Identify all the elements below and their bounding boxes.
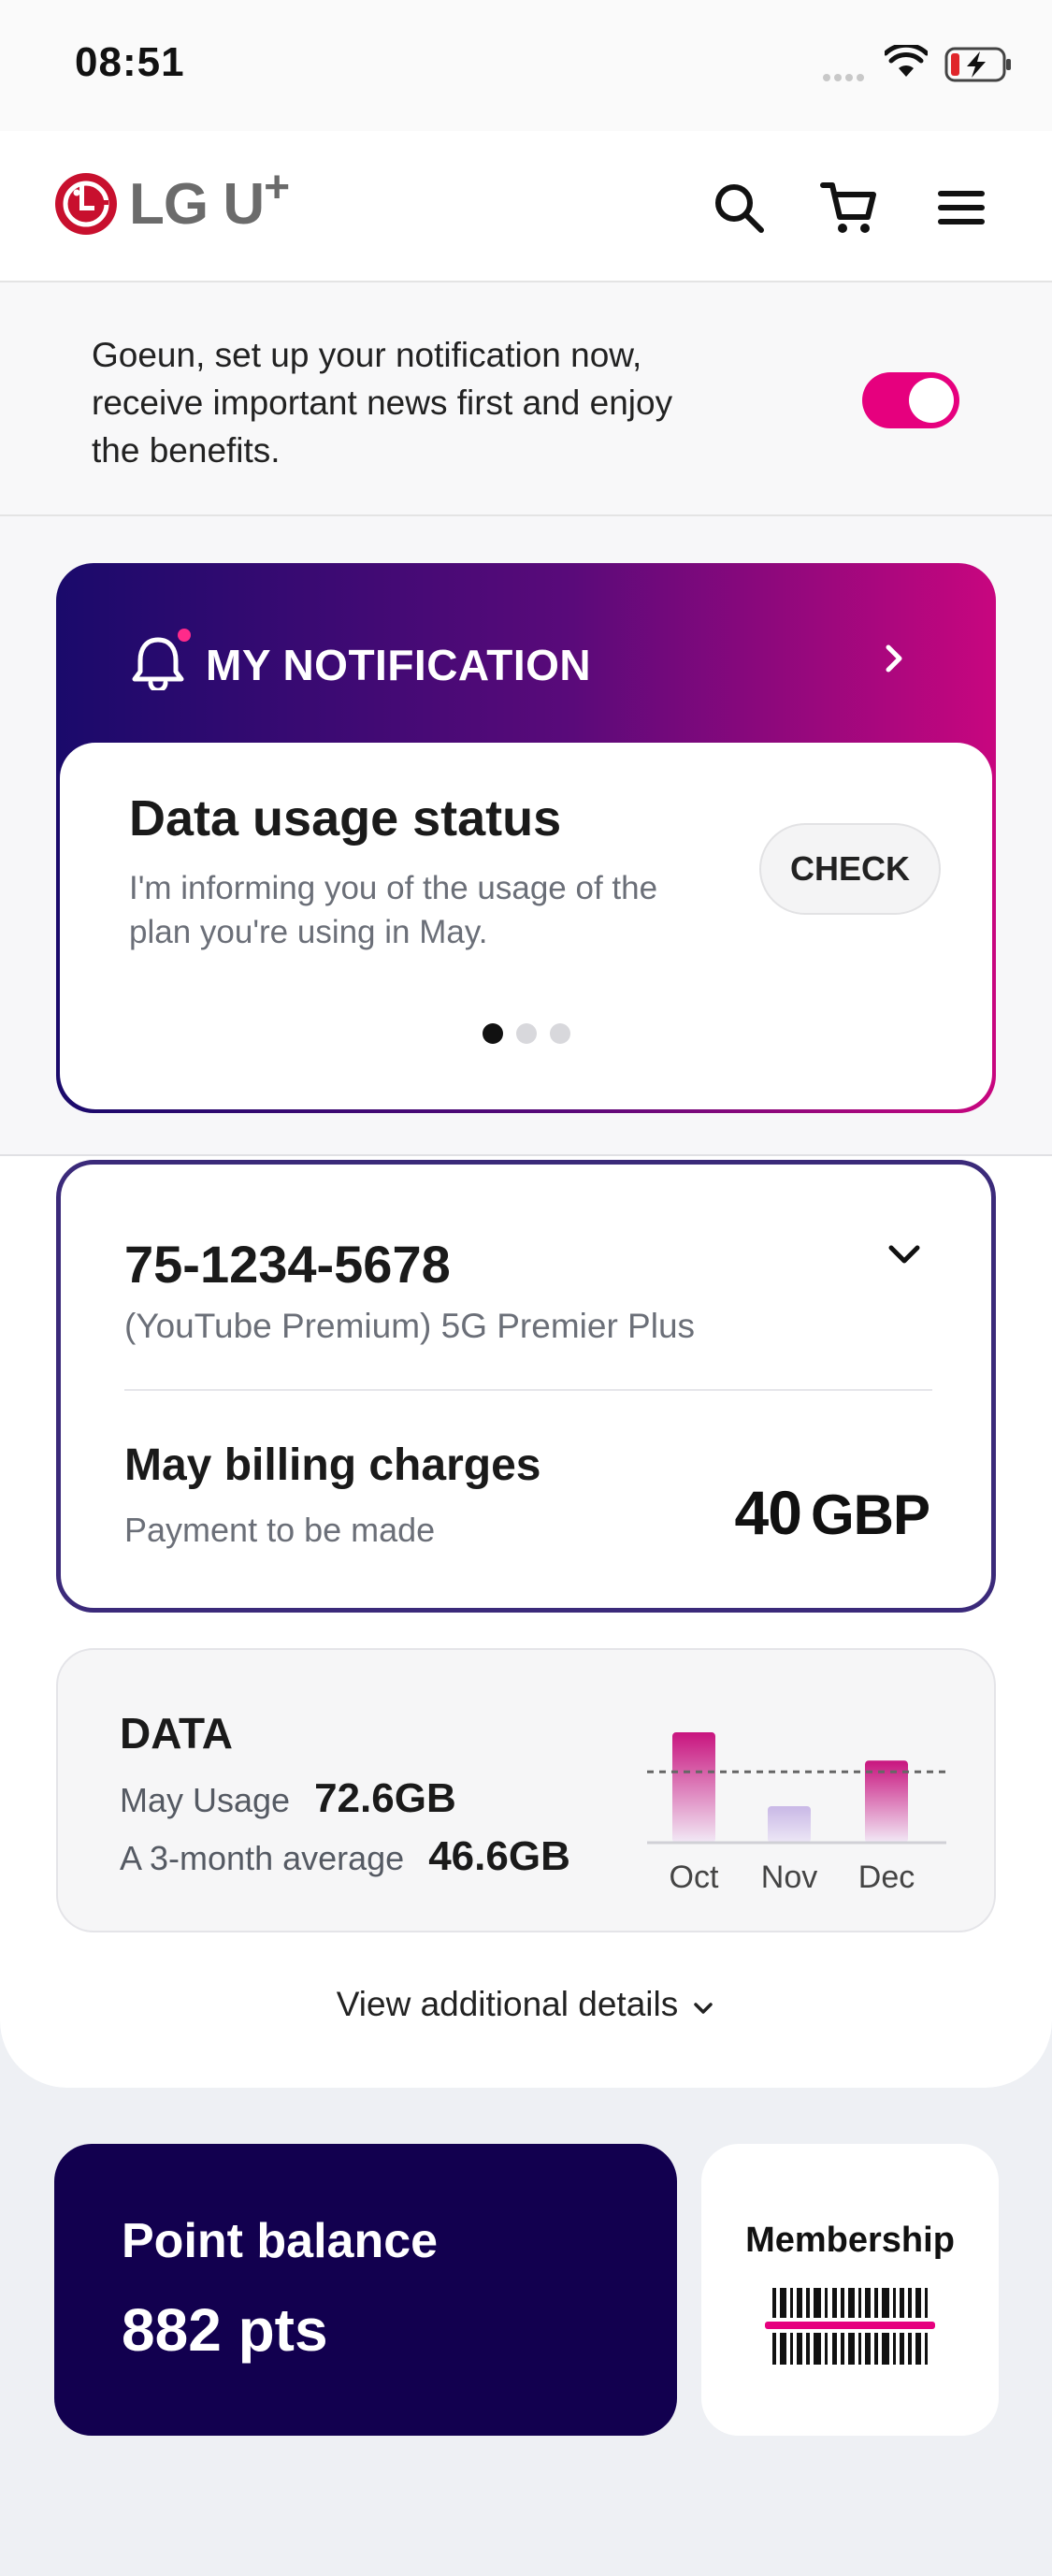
carousel-pager	[60, 1023, 992, 1044]
usage-bar-chart: Oct Nov Dec	[647, 1732, 946, 1895]
account-card: 75-1234-5678 (YouTube Premium) 5G Premie…	[56, 1160, 996, 1613]
chart-label-oct: Oct	[670, 1860, 719, 1895]
brand-plus: +	[264, 162, 291, 212]
point-balance-card[interactable]: Point balance 882 pts	[54, 2144, 677, 2436]
barcode-icon	[765, 2288, 935, 2365]
chart-label-nov: Nov	[761, 1860, 817, 1895]
my-notification-card: MY NOTIFICATION Data usage status I'm in…	[56, 563, 996, 1113]
my-notification-header[interactable]: MY NOTIFICATION	[56, 563, 996, 741]
view-details-label: View additional details	[336, 1985, 679, 2023]
cart-button[interactable]	[815, 174, 883, 241]
pager-dot-2[interactable]	[515, 1023, 537, 1044]
battery-charging-icon	[944, 47, 1011, 82]
cart-icon	[820, 182, 876, 233]
average-usage-value: 46.6GB	[428, 1833, 570, 1879]
phone-number: 75-1234-5678	[124, 1235, 451, 1294]
point-balance-title: Point balance	[122, 2214, 439, 2268]
pager-dot-3[interactable]	[549, 1023, 570, 1044]
notification-toggle[interactable]	[862, 372, 959, 428]
billing-amount-value: 40	[734, 1478, 802, 1547]
chart-label-dec: Dec	[858, 1860, 915, 1895]
notification-content: Data usage status I'm informing you of t…	[60, 743, 992, 1109]
main-sheet: 08:51 LG U + Goeun, set up your notifica…	[0, 0, 1052, 2088]
chart-bar-nov	[768, 1806, 811, 1843]
notification-card-desc: I'm informing you of the usage of the pl…	[129, 870, 658, 950]
average-usage-row: A 3-month average 46.6GB	[120, 1833, 570, 1880]
plan-name: (YouTube Premium) 5G Premier Plus	[124, 1307, 696, 1345]
membership-title: Membership	[745, 2221, 955, 2260]
menu-button[interactable]	[928, 174, 995, 241]
billing-amount[interactable]: 40 GBP	[735, 1477, 930, 1548]
chevron-right-icon	[886, 644, 902, 673]
may-usage-value: 72.6GB	[314, 1775, 456, 1821]
billing-currency: GBP	[810, 1483, 930, 1546]
status-time: 08:51	[75, 39, 185, 85]
may-usage-row: May Usage 72.6GB	[120, 1775, 456, 1822]
my-notification-title: MY NOTIFICATION	[206, 641, 592, 689]
chart-bar-oct	[672, 1732, 715, 1843]
billing-subtitle: Payment to be made	[124, 1511, 436, 1549]
notification-setup-text: Goeun, set up your notification now, rec…	[92, 336, 673, 470]
membership-card[interactable]: Membership	[701, 2144, 999, 2436]
may-usage-label: May Usage	[120, 1781, 291, 1819]
search-button[interactable]	[705, 174, 772, 241]
toggle-knob	[909, 378, 954, 423]
status-bar: 08:51	[0, 0, 1052, 131]
billing-title: May billing charges	[124, 1440, 541, 1490]
divider	[124, 1389, 932, 1391]
hamburger-menu-icon	[938, 191, 985, 224]
unread-dot	[178, 629, 191, 642]
point-balance-value: 882 pts	[122, 2296, 328, 2364]
bell-icon	[132, 637, 184, 690]
data-usage-card[interactable]: DATA May Usage 72.6GB A 3-month average …	[56, 1648, 996, 1932]
signal-dots-icon	[823, 69, 875, 81]
search-icon	[715, 184, 764, 233]
lg-uplus-logo[interactable]: LG U +	[54, 163, 290, 238]
data-title: DATA	[120, 1709, 233, 1758]
chevron-down-icon[interactable]	[884, 1239, 925, 1269]
app-header: LG U +	[0, 131, 1052, 282]
view-details-link[interactable]: View additional details	[0, 1985, 1052, 2026]
check-button[interactable]: CHECK	[759, 823, 941, 915]
notification-card-title: Data usage status	[129, 790, 562, 847]
wifi-icon	[885, 45, 928, 77]
pager-dot-1[interactable]	[482, 1023, 503, 1044]
average-usage-label: A 3-month average	[120, 1839, 405, 1877]
lg-logo-icon	[55, 173, 117, 235]
brand-name: LG U	[129, 171, 265, 237]
chevron-down-icon	[694, 2003, 713, 2014]
notification-setup-banner: Goeun, set up your notification now, rec…	[0, 282, 1052, 516]
